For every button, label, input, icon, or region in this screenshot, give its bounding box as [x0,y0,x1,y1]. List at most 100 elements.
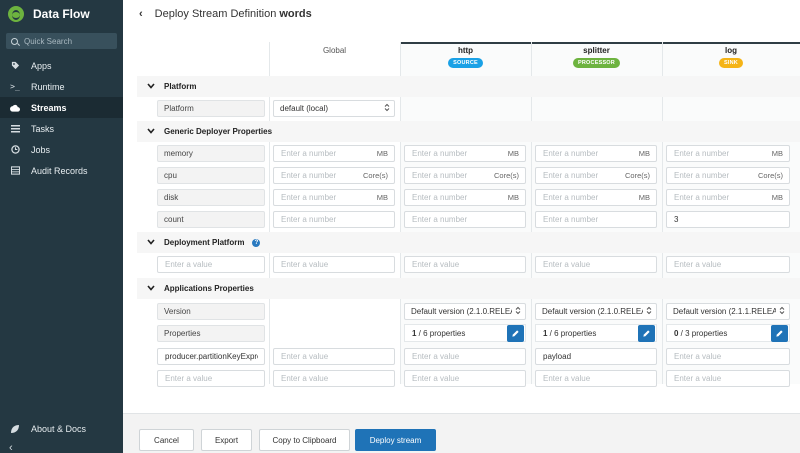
input-value: producer.partitionKeyExpression [165,352,258,361]
new-property-value-input[interactable]: Enter a value [404,370,526,387]
cpu-input[interactable]: Enter a number Core(s) [273,167,395,184]
section-platform[interactable]: Platform [137,76,800,97]
memory-input[interactable]: Enter a number MB [666,145,790,162]
disk-input[interactable]: Enter a number MB [666,189,790,206]
sidebar-item-runtime[interactable]: >_ Runtime [0,76,123,97]
memory-input[interactable]: Enter a number MB [404,145,526,162]
edit-properties-button[interactable] [771,324,788,342]
properties-total: / 6 properties [416,328,466,338]
about-docs-link[interactable]: About & Docs [0,418,123,439]
chevron-down-icon[interactable] [147,82,155,91]
main-content: ‹ Deploy Stream Definition words Global h… [123,0,800,453]
memory-input[interactable]: Enter a number MB [273,145,395,162]
custom-property-value-input[interactable]: Enter a value [404,348,526,365]
sidebar-item-apps[interactable]: Apps [0,55,123,76]
custom-property-value-input[interactable]: payload [535,348,657,365]
help-icon[interactable]: ? [252,238,261,247]
disk-input[interactable]: Enter a number MB [404,189,526,206]
input-placeholder: Enter a number [412,215,468,224]
cpu-input[interactable]: Enter a number Core(s) [535,167,657,184]
version-select-splitter[interactable]: Default version (2.1.0.RELEASE) [535,303,657,320]
count-input[interactable]: 3 [666,211,790,228]
input-placeholder: Enter a number [543,193,599,202]
platform-label: Platform [157,100,265,117]
deployment-platform-value-input[interactable]: Enter a value [404,256,526,273]
input-value: payload [543,352,572,361]
sidebar-item-label: Audit Records [31,165,88,176]
page-header: ‹ Deploy Stream Definition words [123,0,800,28]
unit-label: MB [771,193,783,202]
count-input[interactable]: Enter a number [404,211,526,228]
custom-property-value-input[interactable]: Enter a value [666,348,790,365]
new-property-value-input[interactable]: Enter a value [535,370,657,387]
cancel-button[interactable]: Cancel [139,429,194,451]
unit-label: Core(s) [757,171,783,180]
chevron-down-icon[interactable] [147,238,155,247]
app-name: log [725,46,737,55]
platform-select[interactable]: default (local) [273,100,395,117]
input-placeholder: Enter a value [165,374,213,383]
input-placeholder: Enter a value [674,260,722,269]
section-applications-properties[interactable]: Applications Properties [137,278,800,299]
input-placeholder: Enter a number [281,193,337,202]
sidebar-item-jobs[interactable]: Jobs [0,139,123,160]
quick-search-input[interactable]: Quick Search [6,33,117,49]
disk-input[interactable]: Enter a number MB [273,189,395,206]
sidebar-item-audit-records[interactable]: Audit Records [0,160,123,181]
input-placeholder: Enter a value [412,260,460,269]
input-placeholder: Enter a number [543,149,599,158]
input-placeholder: Enter a number [543,171,599,180]
version-select-log[interactable]: Default version (2.1.1.RELEASE) [666,303,790,320]
deploy-stream-button[interactable]: Deploy stream [355,429,436,451]
input-value: 3 [674,215,679,224]
chevron-down-icon[interactable] [147,284,155,293]
count-input[interactable]: Enter a number [535,211,657,228]
edit-properties-button[interactable] [507,324,524,342]
version-label: Version [157,303,265,320]
deployment-platform-value-input[interactable]: Enter a value [273,256,395,273]
new-property-value-input[interactable]: Enter a value [273,370,395,387]
input-placeholder: Enter a value [165,260,213,269]
sidebar-item-tasks[interactable]: Tasks [0,118,123,139]
copy-to-clipboard-button[interactable]: Copy to Clipboard [259,429,350,451]
spring-logo-icon [8,6,24,22]
pencil-icon [512,329,519,337]
count-input[interactable]: Enter a number [273,211,395,228]
disk-input[interactable]: Enter a number MB [535,189,657,206]
input-placeholder: Enter a value [281,374,329,383]
new-property-key-input[interactable]: Enter a value [157,370,265,387]
sidebar-item-streams[interactable]: Streams [0,97,123,118]
terminal-icon: >_ [10,82,20,91]
memory-input[interactable]: Enter a number MB [535,145,657,162]
cpu-input[interactable]: Enter a number Core(s) [666,167,790,184]
unit-label: MB [376,193,388,202]
app-type-badge: SOURCE [448,58,483,68]
select-arrows-icon [384,103,390,114]
deployment-platform-value-input[interactable]: Enter a value [666,256,790,273]
deployment-platform-key-input[interactable]: Enter a value [157,256,265,273]
sidebar-item-label: Jobs [31,144,51,155]
deployer-label-cpu: cpu [157,167,265,184]
app-name: Data Flow [33,7,90,21]
chevron-down-icon[interactable] [147,127,155,136]
export-button[interactable]: Export [201,429,252,451]
deployment-platform-value-input[interactable]: Enter a value [535,256,657,273]
new-property-value-input[interactable]: Enter a value [666,370,790,387]
collapse-sidebar-icon[interactable]: ‹ [9,442,13,453]
select-arrows-icon [646,306,652,317]
input-placeholder: Enter a value [543,260,591,269]
custom-property-value-input[interactable]: Enter a value [273,348,395,365]
input-placeholder: Enter a number [281,171,337,180]
properties-summary-http: 1 / 6 properties [404,324,526,342]
stream-name: words [279,8,312,20]
deploy-properties-grid: Global http SOURCE splitter PROCESSOR log SINK… [137,42,800,387]
edit-properties-button[interactable] [638,324,655,342]
back-button[interactable]: ‹ [139,8,143,20]
cpu-input[interactable]: Enter a number Core(s) [404,167,526,184]
brand[interactable]: Data Flow [0,0,123,28]
section-deployment-platform[interactable]: Deployment Platform? [137,232,800,253]
section-generic-deployer-properties[interactable]: Generic Deployer Properties [137,121,800,142]
version-select-http[interactable]: Default version (2.1.0.RELEASE) [404,303,526,320]
custom-property-key-input[interactable]: producer.partitionKeyExpression [157,348,265,365]
unit-label: MB [638,193,650,202]
